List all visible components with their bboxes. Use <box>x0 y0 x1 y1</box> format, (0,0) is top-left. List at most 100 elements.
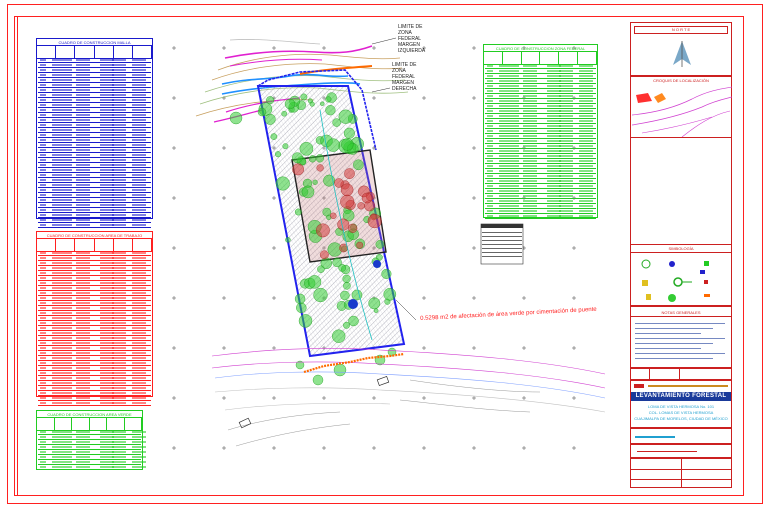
table-cell <box>112 292 126 294</box>
table-cell <box>112 79 126 81</box>
title-strip <box>634 384 728 388</box>
table-cell <box>132 89 146 91</box>
table-cell <box>579 170 593 172</box>
table-cell <box>523 105 537 107</box>
tree-marker <box>341 138 354 151</box>
table-cell <box>132 446 146 448</box>
table-cell <box>487 85 493 87</box>
tree-marker-removed <box>315 223 330 238</box>
table-cell <box>487 180 493 182</box>
table-cell <box>52 377 72 379</box>
table-work-area-header <box>37 238 152 252</box>
tree-marker <box>270 133 278 140</box>
table-cell <box>487 155 493 157</box>
table-cell <box>40 94 46 96</box>
table-cell <box>559 85 573 87</box>
table-cell <box>487 120 493 122</box>
table-header-cell <box>72 418 90 430</box>
table-cell <box>76 387 90 389</box>
table-cell <box>487 140 493 142</box>
table-cell <box>40 337 46 339</box>
table-cell <box>523 110 537 112</box>
table-cell <box>132 451 146 453</box>
table-cell <box>40 317 46 319</box>
table-cell <box>52 134 72 136</box>
table-cell <box>132 307 146 309</box>
table-cell <box>132 302 146 304</box>
table-cell <box>76 402 90 404</box>
table-cell <box>40 252 46 254</box>
table-cell <box>132 154 146 156</box>
table-cell <box>499 155 519 157</box>
table-cell <box>52 456 72 458</box>
table-cell <box>52 204 72 206</box>
table-cell <box>523 80 537 82</box>
table-cell <box>40 377 46 379</box>
table-cell <box>132 104 146 106</box>
table-cell <box>40 352 46 354</box>
table-cell <box>76 297 90 299</box>
table-cell <box>132 59 146 61</box>
table-cell <box>523 180 537 182</box>
table-cell <box>52 139 72 141</box>
table-cell <box>487 100 493 102</box>
table-cell <box>40 134 46 136</box>
tree-marker-removed <box>340 194 355 209</box>
table-cell <box>132 119 146 121</box>
table-cell <box>52 64 72 66</box>
table-cell <box>132 402 146 404</box>
table-cell <box>523 65 537 67</box>
tree-marker <box>266 96 275 105</box>
table-cell <box>40 431 46 433</box>
table-cell <box>76 209 90 211</box>
table-cell <box>112 402 126 404</box>
table-cell <box>132 327 146 329</box>
project-line-2: COL. LOMAS DE VISTA HERMOSA <box>648 410 714 415</box>
table-cell <box>499 160 519 162</box>
table-cell <box>579 205 593 207</box>
table-cell <box>112 219 126 221</box>
table-cell <box>52 79 72 81</box>
table-cell <box>76 367 90 369</box>
table-header-cell <box>559 52 579 64</box>
zl-right-line: DERECHA <box>392 86 417 92</box>
table-cell <box>76 252 90 254</box>
table-cell <box>40 262 46 264</box>
table-cell <box>132 144 146 146</box>
table-cell <box>132 461 146 463</box>
table-cell <box>40 169 46 171</box>
left-bank-zone-label: LIMITE DE ZONA FEDERAL MARGEN IZQUIERDA <box>398 24 425 54</box>
table-cell <box>40 179 46 181</box>
table-cell <box>76 347 90 349</box>
table-cell <box>132 224 146 226</box>
table-cell <box>132 392 146 394</box>
table-cell <box>40 79 46 81</box>
table-cell <box>132 287 146 289</box>
table-cell <box>499 85 519 87</box>
table-cell <box>487 165 493 167</box>
table-cell <box>487 75 493 77</box>
table-cell <box>40 307 46 309</box>
table-cell <box>52 347 72 349</box>
table-cell <box>76 224 90 226</box>
table-cell <box>112 322 126 324</box>
table-cell <box>40 74 46 76</box>
tree-marker <box>298 314 313 328</box>
table-cell <box>112 109 126 111</box>
table-cell <box>132 367 146 369</box>
table-cell <box>132 199 146 201</box>
tree-marker <box>307 275 322 289</box>
table-cell <box>40 119 46 121</box>
table-cell <box>499 185 519 187</box>
table-cell <box>132 219 146 221</box>
table-cell <box>52 169 72 171</box>
table-cell <box>559 105 573 107</box>
tree-marker-removed <box>319 250 329 260</box>
table-cell <box>112 89 126 91</box>
table-cell <box>40 362 46 364</box>
table-cell <box>559 150 573 152</box>
note-line <box>635 353 725 354</box>
table-cell <box>132 436 146 438</box>
table-cell <box>52 119 72 121</box>
tree-marker-removed <box>292 163 304 176</box>
